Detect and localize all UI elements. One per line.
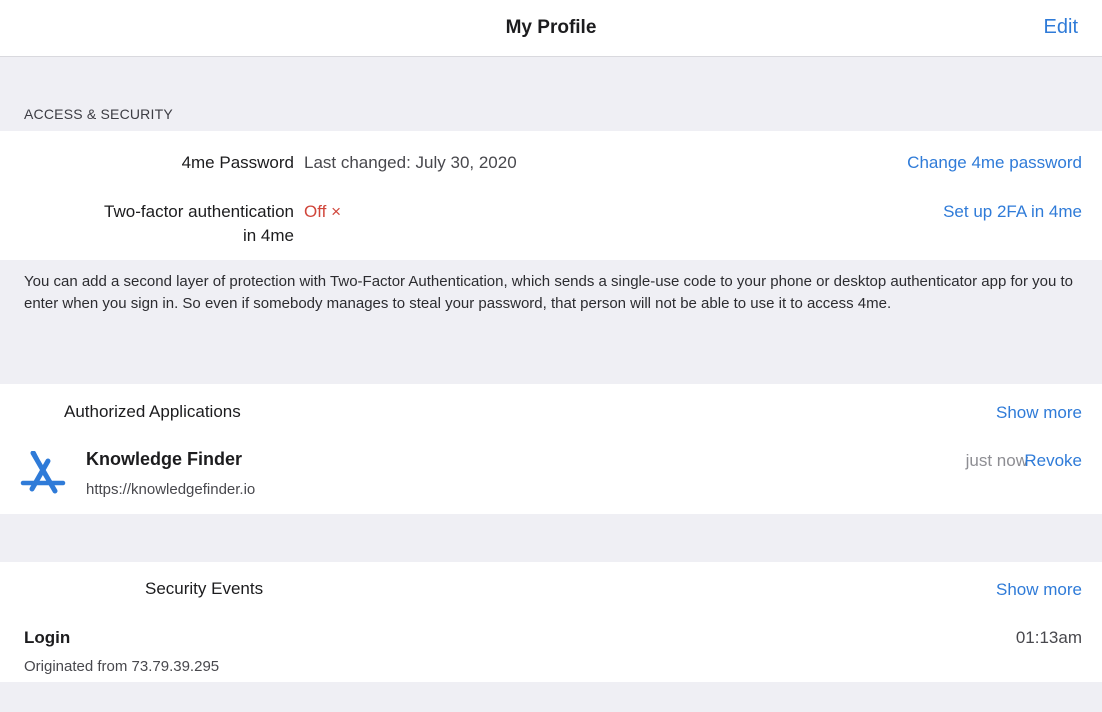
password-last-changed: Last changed: July 30, 2020 (304, 153, 517, 172)
app-store-icon (20, 451, 66, 494)
app-authorized-time: just now (965, 451, 1028, 470)
security-events-show-more-link[interactable]: Show more (996, 578, 1082, 602)
page-title: My Profile (505, 17, 597, 38)
two-factor-info-text: You can add a second layer of protection… (24, 273, 1073, 312)
section-spacer (0, 514, 1102, 562)
authorized-apps-heading: Authorized Applications (64, 402, 241, 421)
event-origin: Originated from 73.79.39.295 (24, 658, 220, 675)
two-factor-label-line2: in 4me (242, 226, 294, 245)
two-factor-label-line1: Two-factor authentication (104, 202, 294, 221)
section-header-access-security: ACCESS & SECURITY (24, 106, 173, 122)
app-url: https://knowledgefinder.io (86, 481, 256, 498)
password-label: 4me Password (181, 153, 294, 172)
revoke-button[interactable]: Revoke (1024, 449, 1082, 473)
app-name: Knowledge Finder (86, 449, 243, 469)
two-factor-status: Off × (304, 202, 342, 221)
two-factor-label: Two-factor authentication in 4me (24, 200, 294, 248)
security-events-heading: Security Events (145, 579, 264, 598)
change-password-link[interactable]: Change 4me password (907, 151, 1082, 175)
edit-button[interactable]: Edit (1044, 16, 1078, 39)
setup-2fa-link[interactable]: Set up 2FA in 4me (943, 200, 1082, 224)
bottom-spacer (0, 682, 1102, 712)
event-time: 01:13am (1015, 628, 1082, 647)
authorized-apps-show-more-link[interactable]: Show more (996, 401, 1082, 425)
navigation-bar: My Profile Edit (0, 0, 1102, 57)
event-title: Login (24, 628, 71, 647)
